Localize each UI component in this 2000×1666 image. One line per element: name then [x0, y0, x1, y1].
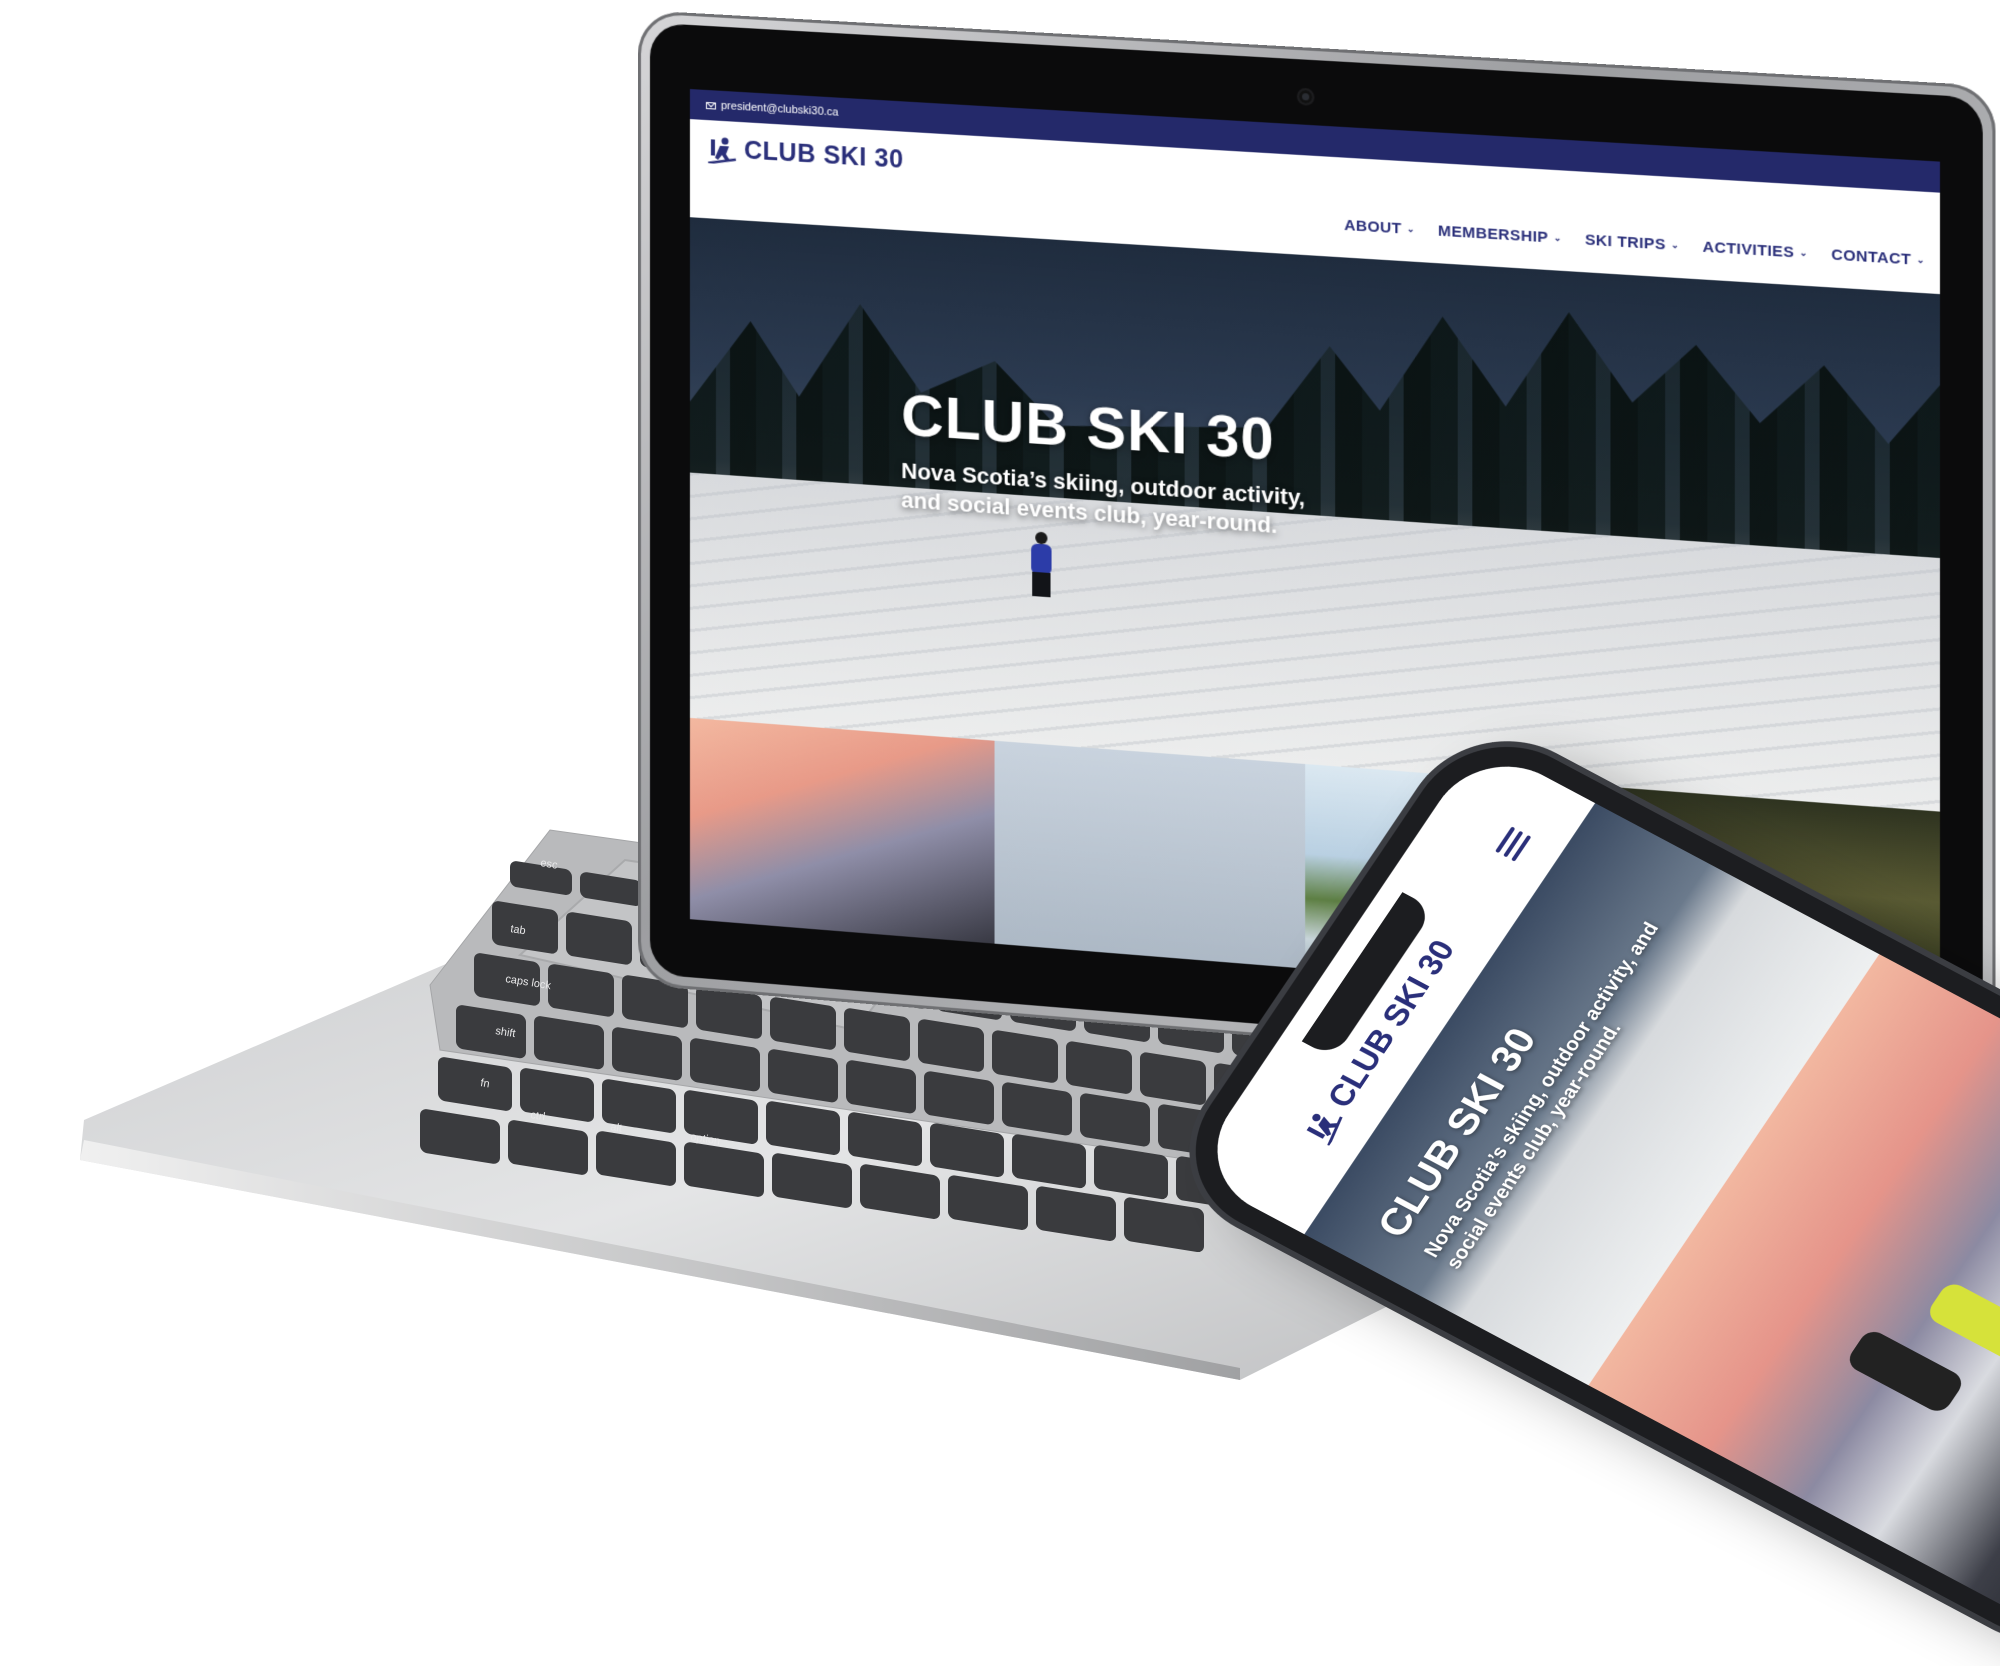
nav-item-about[interactable]: ABOUT ⌄: [1344, 217, 1415, 239]
skier-logo-icon: [1300, 1102, 1347, 1145]
main-nav: ABOUT ⌄ MEMBERSHIP ⌄ SKI TRIPS ⌄ ACTIVIT…: [1344, 217, 1925, 270]
chevron-down-icon: ⌄: [1800, 247, 1808, 259]
nav-item-membership[interactable]: MEMBERSHIP ⌄: [1438, 222, 1562, 247]
site-logo[interactable]: CLUB SKI 30: [708, 134, 904, 175]
hamburger-menu-icon[interactable]: [1495, 826, 1531, 861]
chevron-down-icon: ⌄: [1407, 224, 1415, 236]
nav-item-ski-trips[interactable]: SKI TRIPS ⌄: [1585, 231, 1680, 254]
hiker-figure: [1844, 1327, 1966, 1415]
mountain-sunset-tile[interactable]: [690, 718, 995, 963]
hiker-figure: [1925, 1280, 2000, 1368]
winter-sky-tile[interactable]: [995, 741, 1305, 988]
nav-item-contact[interactable]: CONTACT ⌄: [1831, 246, 1925, 269]
skier-figure: [1023, 531, 1060, 604]
key-label: fn: [480, 1077, 491, 1090]
logo-text: CLUB SKI 30: [744, 136, 904, 175]
chevron-down-icon: ⌄: [1554, 232, 1562, 244]
key-label: alt: [610, 1121, 623, 1135]
hiker-figure: [1996, 1228, 2000, 1316]
nav-label: ACTIVITIES: [1703, 238, 1795, 261]
webcam-icon: [1298, 90, 1311, 104]
key-label: ctrl: [530, 1109, 546, 1123]
chevron-down-icon: ⌄: [1917, 254, 1925, 266]
hero-banner: CLUB SKI 30 Nova Scotia’s skiing, outdoo…: [690, 217, 1940, 811]
mail-icon: [706, 101, 716, 109]
nav-label: SKI TRIPS: [1585, 231, 1666, 253]
skier-logo-icon: [708, 135, 738, 165]
nav-label: CONTACT: [1831, 246, 1911, 268]
chevron-down-icon: ⌄: [1671, 240, 1679, 252]
nav-label: ABOUT: [1344, 217, 1401, 238]
nav-label: MEMBERSHIP: [1438, 222, 1548, 246]
contact-email-link[interactable]: president@clubski30.ca: [721, 100, 839, 119]
key-label: tab: [510, 923, 527, 937]
nav-item-activities[interactable]: ACTIVITIES ⌄: [1703, 238, 1808, 262]
